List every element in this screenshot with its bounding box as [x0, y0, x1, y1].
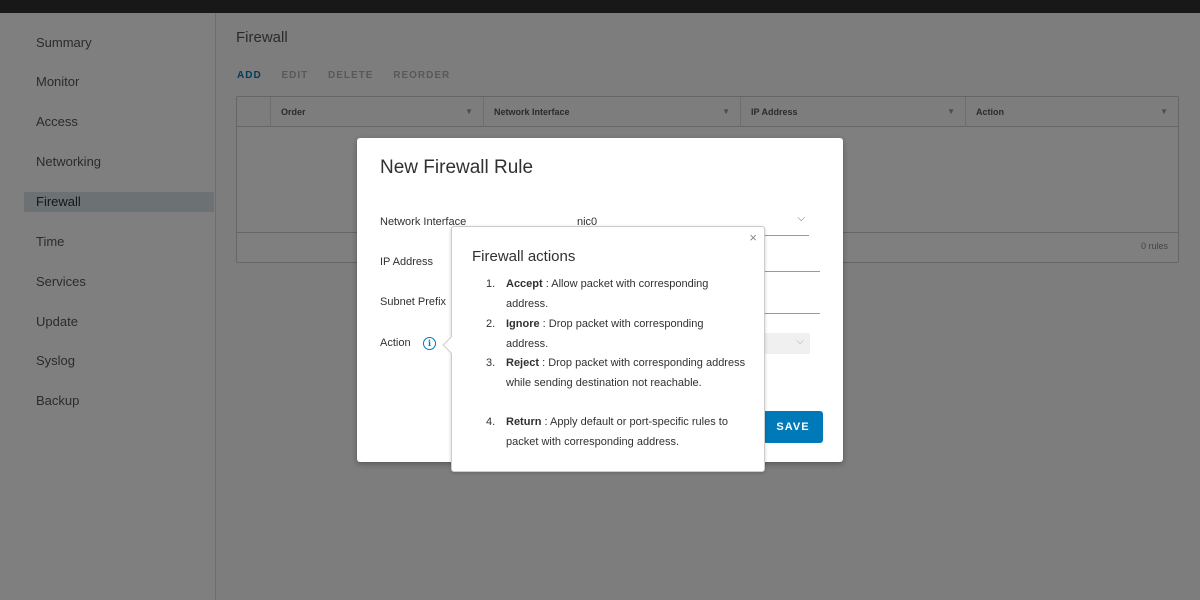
action-term: Accept [506, 278, 543, 290]
action-select[interactable]: ⌵ [764, 333, 810, 354]
close-icon[interactable]: × [749, 230, 757, 245]
action-term: Reject [506, 357, 540, 369]
list-number: 1. [486, 278, 496, 290]
ip-address-label: IP Address [380, 256, 433, 268]
subnet-prefix-label: Subnet Prefix [380, 296, 447, 308]
dialog-title: New Firewall Rule [380, 157, 534, 178]
action-label: Action [380, 337, 411, 349]
chevron-down-icon: ⌵ [797, 213, 805, 224]
separator: : [542, 278, 552, 290]
list-number: 4. [486, 416, 496, 428]
separator: : [539, 357, 549, 369]
chevron-down-icon: ⌵ [796, 336, 804, 347]
ip-address-input[interactable] [764, 252, 820, 272]
action-term: Ignore [506, 318, 540, 330]
list-text: Return : Apply default or port-specific … [506, 413, 746, 452]
popover-title: Firewall actions [472, 248, 576, 265]
separator: : [539, 318, 549, 330]
action-term: Return [506, 416, 542, 428]
subnet-prefix-input[interactable] [764, 294, 820, 314]
separator: : [541, 416, 551, 428]
list-text: Reject : Drop packet with corresponding … [506, 354, 746, 393]
firewall-actions-popover: × Firewall actions 1. Accept : Allow pac… [442, 226, 765, 472]
info-icon[interactable]: i [423, 337, 436, 350]
save-button[interactable]: SAVE [763, 411, 823, 443]
list-number: 3. [486, 357, 496, 369]
list-text: Accept : Allow packet with corresponding… [506, 275, 746, 314]
list-text: Ignore : Drop packet with corresponding … [506, 315, 746, 354]
list-number: 2. [486, 318, 496, 330]
